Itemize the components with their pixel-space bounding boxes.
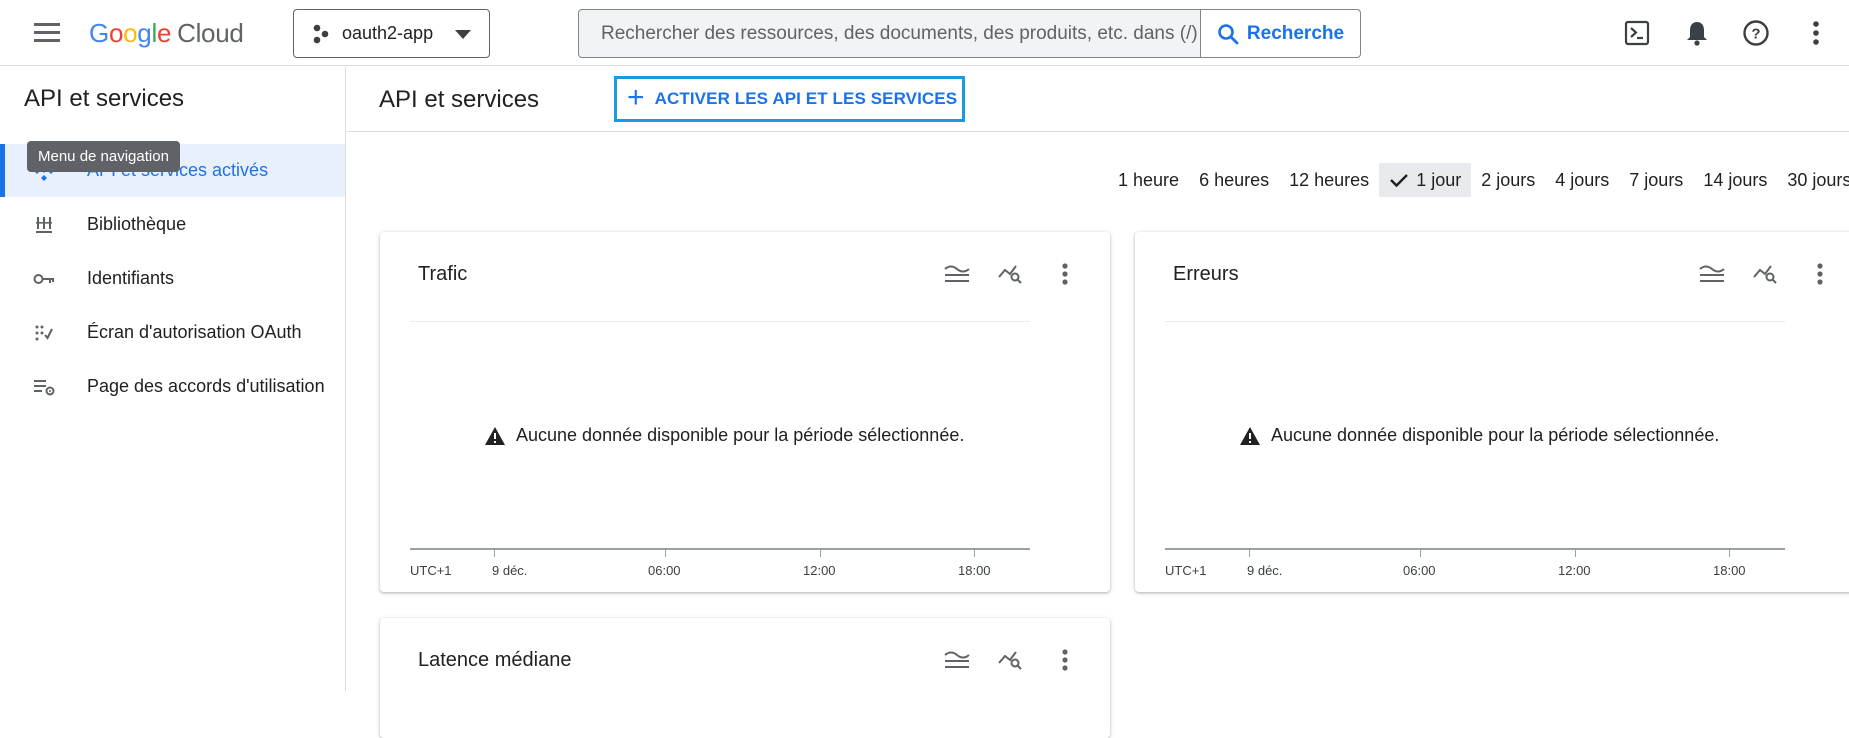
range-14d[interactable]: 14 jours [1693,163,1777,197]
card-divider [1165,321,1785,322]
project-name: oauth2-app [342,23,434,43]
x-axis [410,548,1030,550]
axis-tick [1575,550,1576,557]
sidebar: API et services Menu de navigation API e… [0,67,346,691]
warning-icon [1239,426,1261,446]
no-data-text: Aucune donnée disponible pour la période… [1271,425,1720,445]
search-input[interactable] [579,10,1200,57]
enable-apis-button[interactable]: + ACTIVER LES API ET LES SERVICES [614,76,965,122]
card-divider [410,321,1030,322]
range-1h[interactable]: 1 heure [1108,163,1189,197]
google-cloud-logo[interactable]: Google Cloud [89,16,244,50]
range-1d[interactable]: 1 jour [1379,163,1472,197]
svg-text:?: ? [1751,26,1760,43]
range-12h[interactable]: 12 heures [1279,163,1379,197]
range-4d[interactable]: 4 jours [1545,163,1619,197]
axis-label: 18:00 [958,563,991,578]
search-button-label: Recherche [1246,22,1345,44]
search-button[interactable]: Recherche [1200,10,1360,57]
project-picker[interactable]: oauth2-app [293,9,490,58]
chevron-down-icon [455,30,471,39]
sidebar-item-oauth-consent[interactable]: Écran d'autorisation OAuth [0,306,345,359]
axis-label: 18:00 [1713,563,1746,578]
axis-timezone: UTC+1 [410,563,452,578]
axis-tick [1729,550,1730,557]
explore-metrics-icon[interactable] [993,256,1029,292]
sidebar-item-library[interactable]: Bibliothèque [0,198,345,251]
x-axis [1165,548,1785,550]
sidebar-item-label: Page des accords d'utilisation [87,376,325,396]
notifications-icon[interactable] [1677,14,1717,52]
card-toolbar [939,642,1083,678]
legend-icon[interactable] [939,256,975,292]
sidebar-title: API et services [24,85,185,112]
explore-metrics-icon[interactable] [1748,256,1784,292]
legend-icon[interactable] [939,642,975,678]
axis-label: 06:00 [1403,563,1436,578]
sidebar-item-agreements[interactable]: Page des accords d'utilisation [0,360,345,413]
card-toolbar [1694,256,1838,292]
sidebar-item-label: Bibliothèque [87,214,187,234]
latency-card: Latence médiane [380,618,1110,738]
agreements-icon [32,375,56,399]
more-vert-icon[interactable] [1802,256,1838,292]
cloud-shell-icon[interactable] [1617,14,1657,52]
more-vert-icon[interactable] [1796,14,1836,52]
nav-tooltip: Menu de navigation [27,141,180,172]
axis-label: 06:00 [648,563,681,578]
search-bar: Recherche [578,9,1361,58]
axis-label: 12:00 [1558,563,1591,578]
plus-icon: + [627,80,645,114]
time-range-selector: 1 heure 6 heures 12 heures 1 jour 2 jour… [1108,163,1849,197]
logo-cloud-text: Cloud [177,17,244,48]
axis-tick [1420,550,1421,557]
errors-card: Erreurs Aucune donnée disponible pour la… [1135,232,1849,592]
axis-tick [820,550,821,557]
range-7d[interactable]: 7 jours [1619,163,1693,197]
range-2d[interactable]: 2 jours [1471,163,1545,197]
axis-tick [1249,550,1250,557]
sidebar-item-label: Identifiants [87,268,175,288]
key-icon [32,267,56,291]
menu-icon[interactable] [30,17,66,49]
page-title: API et services [379,86,540,113]
card-title: Latence médiane [418,649,572,671]
explore-metrics-icon[interactable] [993,642,1029,678]
axis-tick [494,550,495,557]
axis-label: 9 déc. [1247,563,1283,578]
oauth-consent-icon [32,321,56,345]
no-data-message: Aucune donnée disponible pour la période… [484,425,964,446]
axis-timezone: UTC+1 [1165,563,1207,578]
search-icon [1217,23,1239,45]
top-bar: Google Cloud oauth2-app Recherche ? [0,0,1849,66]
no-data-text: Aucune donnée disponible pour la période… [516,425,965,445]
axis-label: 9 déc. [492,563,528,578]
sidebar-item-label: Écran d'autorisation OAuth [87,322,302,342]
card-title: Trafic [418,263,468,285]
more-vert-icon[interactable] [1047,642,1083,678]
axis-tick [974,550,975,557]
axis-label: 12:00 [803,563,836,578]
main-header: API et services + ACTIVER LES API ET LES… [347,67,1849,132]
help-icon[interactable]: ? [1736,14,1776,52]
range-label: 1 jour [1416,169,1462,190]
check-icon [1389,172,1409,188]
range-6h[interactable]: 6 heures [1189,163,1279,197]
project-icon [312,24,330,44]
more-vert-icon[interactable] [1047,256,1083,292]
axis-tick [665,550,666,557]
library-icon [32,213,56,237]
no-data-message: Aucune donnée disponible pour la période… [1239,425,1719,446]
legend-icon[interactable] [1694,256,1730,292]
traffic-card: Trafic Aucune donnée disponible pour la … [380,232,1110,592]
sidebar-item-credentials[interactable]: Identifiants [0,252,345,305]
enable-apis-label: ACTIVER LES API ET LES SERVICES [654,89,958,108]
range-30d[interactable]: 30 jours [1777,163,1849,197]
card-toolbar [939,256,1083,292]
warning-icon [484,426,506,446]
card-title: Erreurs [1173,263,1239,285]
